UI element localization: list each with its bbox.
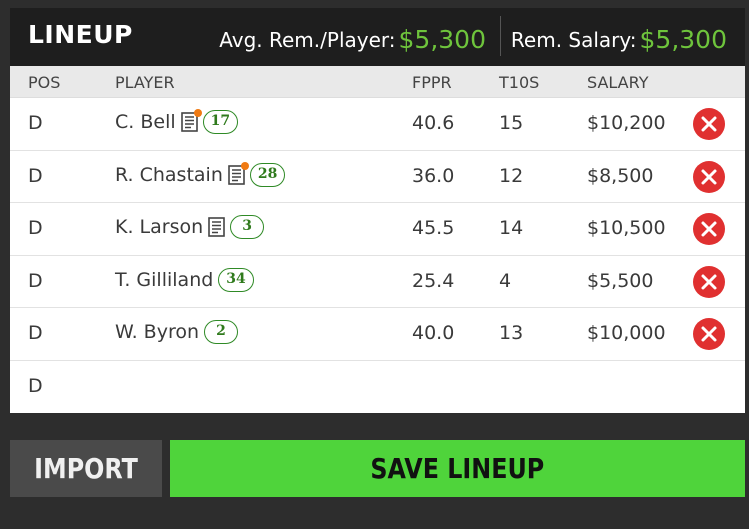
import-button[interactable]: IMPORT — [10, 440, 162, 497]
table-row: D R. Chastain 28 36.0 12 $8,500 — [10, 150, 745, 203]
row-fppr: 40.0 — [412, 322, 455, 344]
player-name-link[interactable]: R. Chastain — [115, 164, 223, 186]
avg-remaining-label: Avg. Rem./Player: — [219, 28, 396, 52]
car-number-badge: 17 — [202, 110, 239, 134]
player-name-link[interactable]: C. Bell — [115, 111, 176, 133]
lineup-header: LINEUP Avg. Rem./Player: $5,300 Rem. Sala… — [10, 8, 745, 66]
row-pos: D — [28, 217, 43, 239]
remaining-salary-value: $5,300 — [639, 25, 727, 54]
player-news-icon[interactable] — [180, 109, 202, 132]
row-pos: D — [28, 164, 43, 187]
row-t10s: 14 — [499, 217, 524, 239]
row-player: W. Byron 2 — [115, 320, 239, 344]
remove-player-button[interactable] — [693, 265, 725, 298]
row-t10s: 12 — [499, 164, 524, 187]
column-header-salary[interactable]: SALARY — [587, 73, 649, 92]
row-t10s: 15 — [499, 112, 524, 134]
table-row: D C. Bell 17 40.6 15 $10,200 — [10, 98, 745, 151]
car-number-badge: 34 — [218, 267, 254, 292]
row-pos: D — [28, 269, 43, 292]
row-salary: $8,500 — [587, 164, 654, 187]
news-alert-dot-icon — [193, 109, 202, 117]
row-salary: $5,500 — [587, 269, 654, 292]
table-row: D K. Larson 3 45.5 14 $10,500 — [10, 203, 745, 256]
remaining-salary-label: Rem. Salary: — [510, 28, 637, 52]
column-header-pos[interactable]: POS — [28, 73, 60, 92]
row-player: T. Gilliland 34 — [115, 267, 254, 292]
news-alert-dot-icon — [240, 161, 249, 170]
remove-player-button[interactable] — [693, 318, 725, 350]
column-header-t10s[interactable]: T10S — [499, 73, 539, 92]
header-divider — [500, 16, 501, 56]
player-name-link[interactable]: K. Larson — [115, 216, 203, 238]
remove-player-button[interactable] — [693, 213, 725, 245]
row-fppr: 40.6 — [412, 112, 455, 134]
row-pos: D — [28, 374, 43, 397]
row-fppr: 45.5 — [412, 217, 455, 239]
row-player: R. Chastain 28 — [115, 161, 286, 187]
table-row: D W. Byron 2 40.0 13 $10,000 — [10, 308, 745, 361]
row-salary: $10,200 — [587, 112, 666, 134]
save-lineup-button-label: SAVE LINEUP — [370, 452, 545, 485]
table-row: D — [10, 360, 745, 413]
avg-remaining-value: $5,300 — [398, 25, 486, 54]
remove-player-button[interactable] — [693, 160, 725, 193]
row-t10s: 4 — [499, 269, 512, 292]
row-pos: D — [28, 322, 43, 344]
remove-player-button[interactable] — [693, 108, 725, 140]
page-title: LINEUP — [28, 20, 133, 49]
table-row: D T. Gilliland 34 25.4 4 $5,500 — [10, 255, 745, 308]
player-name-link[interactable]: W. Byron — [115, 321, 199, 343]
column-header-row: POS PLAYER FPPR T10S SALARY — [10, 66, 745, 98]
lineup-table: D C. Bell 17 40.6 15 $10,200 D R. Chastain 28 36.… — [10, 98, 745, 413]
car-number-badge: 28 — [249, 162, 286, 187]
avg-remaining-per-player: Avg. Rem./Player: $5,300 — [219, 24, 486, 54]
row-player: K. Larson 3 — [115, 215, 265, 239]
remaining-salary: Rem. Salary: $5,300 — [510, 24, 727, 54]
row-player: C. Bell 17 — [115, 109, 239, 134]
player-news-icon[interactable] — [208, 217, 225, 237]
row-salary: $10,000 — [587, 322, 666, 344]
column-header-player[interactable]: PLAYER — [115, 73, 175, 92]
player-news-icon[interactable] — [228, 161, 249, 185]
row-pos: D — [28, 112, 43, 134]
car-number-badge: 2 — [204, 320, 239, 344]
column-header-fppr[interactable]: FPPR — [412, 73, 452, 92]
row-fppr: 36.0 — [412, 164, 455, 187]
row-fppr: 25.4 — [412, 269, 455, 292]
save-lineup-button[interactable]: SAVE LINEUP — [170, 440, 745, 497]
car-number-badge: 3 — [230, 215, 265, 239]
player-name-link[interactable]: T. Gilliland — [115, 269, 213, 291]
row-t10s: 13 — [499, 322, 524, 344]
row-salary: $10,500 — [587, 217, 666, 239]
import-button-label: IMPORT — [34, 452, 138, 485]
lineup-panel: LINEUP Avg. Rem./Player: $5,300 Rem. Sala… — [10, 8, 745, 413]
